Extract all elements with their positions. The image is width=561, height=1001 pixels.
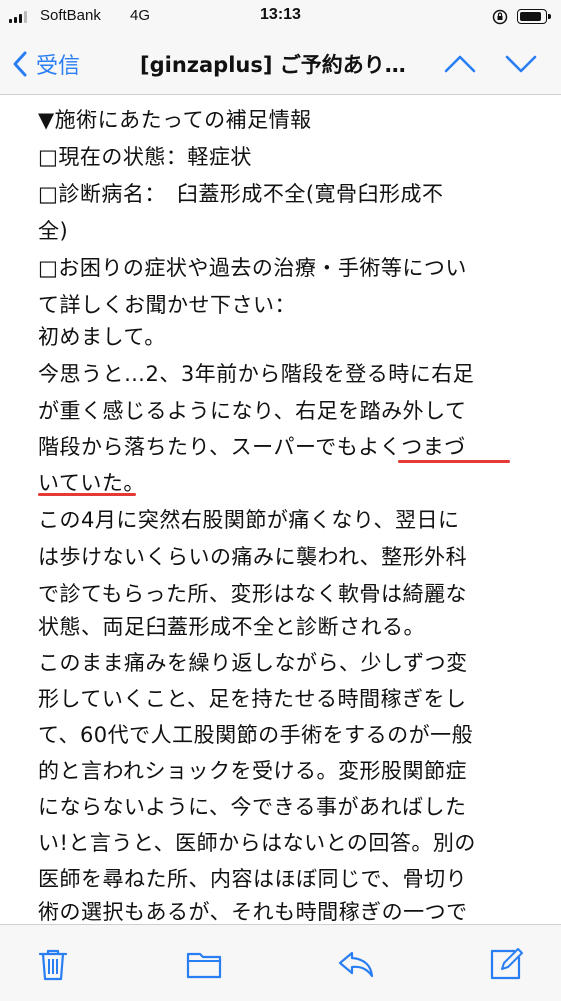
- chevron-left-icon: [13, 51, 27, 77]
- compose-icon: [490, 948, 523, 980]
- body-line: 術の選択もあるが、それも時間稼ぎの一つで: [38, 900, 468, 923]
- body-line: で診てもらった所、変形はなく軟骨は綺麗な: [38, 582, 467, 606]
- orientation-lock-icon: [492, 9, 508, 25]
- highlight-underline: [398, 460, 510, 463]
- nav-bar: 受信 [ginzaplus] ご予約あり…: [0, 34, 561, 95]
- body-line: い!と言うと、医師からはないとの回答。別の: [38, 831, 476, 855]
- body-line: 形していくこと、足を持たせる時間稼ぎをし: [38, 687, 467, 711]
- compose-button[interactable]: [487, 945, 525, 983]
- body-line: 的と言われショックを受ける。変形股関節症: [38, 759, 467, 783]
- body-line: □お困りの症状や過去の治療・手術等につい: [38, 256, 467, 280]
- message-body[interactable]: ▼施術にあたっての補足情報 □現在の状態：軽症状 □診断病名： 臼蓋形成不全(寛…: [0, 95, 561, 923]
- bottom-toolbar: [0, 924, 561, 1001]
- back-label: 受信: [36, 54, 81, 79]
- body-line: 医師を尋ねた所、内容はほぼ同じで、骨切り: [38, 867, 468, 891]
- status-clock: 13:13: [260, 6, 301, 23]
- highlight-underline: [38, 493, 136, 496]
- reply-button[interactable]: [337, 945, 375, 983]
- body-line: 全): [38, 219, 69, 243]
- back-button[interactable]: 受信: [10, 48, 80, 80]
- body-line: 今思うと…2、3年前から階段を登る時に右足: [38, 362, 475, 386]
- body-line: このまま痛みを繰り返しながら、少しずつ変: [38, 651, 468, 675]
- body-line: にならないように、今できる事があればした: [38, 795, 467, 819]
- delete-button[interactable]: [34, 945, 72, 983]
- body-line: て、60代で人工股関節の手術をするのが一般: [38, 723, 474, 747]
- body-line: 状態、両足臼蓋形成不全と診断される。: [38, 615, 425, 639]
- next-message-icon[interactable]: [504, 49, 538, 79]
- move-to-folder-button[interactable]: [185, 945, 223, 983]
- body-line: この4月に突然右股関節が痛くなり、翌日に: [38, 508, 460, 532]
- folder-icon: [186, 952, 222, 979]
- body-line: 階段から落ちたり、スーパーでもよくつまづ: [38, 435, 466, 459]
- body-line: 初めまして。: [38, 325, 166, 349]
- body-line: □診断病名： 臼蓋形成不全(寛骨臼形成不: [38, 182, 444, 206]
- battery-icon: [517, 9, 551, 24]
- body-line: は歩けないくらいの痛みに襲われ、整形外科: [38, 545, 468, 569]
- previous-message-icon[interactable]: [443, 49, 477, 79]
- status-bar: SoftBank 4G 13:13: [0, 0, 561, 34]
- message-subject-title: [ginzaplus] ご予約あり…: [140, 53, 406, 77]
- body-line: て詳しくお聞かせ下さい：: [38, 293, 296, 317]
- trash-icon: [38, 949, 68, 981]
- reply-icon: [338, 951, 374, 978]
- body-line: □現在の状態：軽症状: [38, 145, 252, 169]
- body-line: が重く感じるようになり、右足を踏み外して: [38, 399, 467, 423]
- body-line: ▼施術にあたっての補足情報: [38, 108, 312, 132]
